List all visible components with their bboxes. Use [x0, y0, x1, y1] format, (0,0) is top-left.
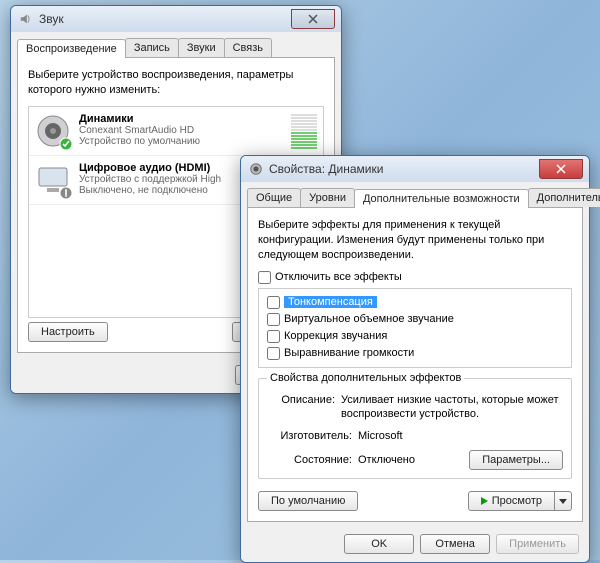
effect-label: Коррекция звучания: [284, 330, 387, 342]
disable-all-input[interactable]: [258, 271, 271, 284]
tab-playback[interactable]: Воспроизведение: [17, 39, 126, 58]
speaker-icon: [35, 113, 71, 149]
effect-item[interactable]: Выравнивание громкости: [265, 346, 565, 361]
effect-label: Тонкомпенсация: [284, 296, 377, 308]
window-title: Звук: [39, 12, 291, 26]
group-title: Свойства дополнительных эффектов: [267, 372, 464, 384]
tabs: Общие Уровни Дополнительные возможности …: [247, 188, 583, 208]
effect-item[interactable]: Коррекция звучания: [265, 329, 565, 344]
window-body: Общие Уровни Дополнительные возможности …: [241, 182, 589, 562]
disabled-badge-icon: [59, 186, 73, 200]
tab-enhancements[interactable]: Дополнительные возможности: [354, 189, 529, 208]
instruction-text: Выберите устройство воспроизведения, пар…: [28, 68, 324, 98]
tab-recording[interactable]: Запись: [125, 38, 179, 57]
device-driver: Conexant SmartAudio HD: [79, 125, 291, 136]
close-icon: [556, 164, 566, 174]
level-meter: [291, 113, 317, 149]
tab-general[interactable]: Общие: [247, 188, 301, 207]
close-button[interactable]: [291, 9, 335, 29]
state-value: Отключено: [358, 454, 415, 466]
play-icon: [481, 497, 488, 505]
effect-checkbox[interactable]: [267, 347, 280, 360]
window-title: Свойства: Динамики: [269, 162, 539, 176]
description-text: Усиливает низкие частоты, которые может …: [341, 393, 563, 423]
device-item[interactable]: Динамики Conexant SmartAudio HD Устройст…: [29, 107, 323, 156]
instruction-text: Выберите эффекты для применения к текуще…: [258, 218, 572, 263]
tab-levels[interactable]: Уровни: [300, 188, 355, 207]
close-button[interactable]: [539, 159, 583, 179]
preview-button[interactable]: Просмотр: [468, 491, 555, 511]
speaker-properties-window: Свойства: Динамики Общие Уровни Дополнит…: [240, 155, 590, 563]
preview-label: Просмотр: [492, 495, 542, 507]
effect-label: Виртуальное объемное звучание: [284, 313, 454, 325]
effect-properties-group: Свойства дополнительных эффектов Описани…: [258, 378, 572, 480]
cancel-button[interactable]: Отмена: [420, 534, 490, 554]
titlebar[interactable]: Свойства: Динамики: [241, 156, 589, 182]
manufacturer-label: Изготовитель:: [267, 430, 358, 442]
tab-panel: Выберите эффекты для применения к текуще…: [247, 208, 583, 522]
apply-button[interactable]: Применить: [496, 534, 579, 554]
configure-button[interactable]: Настроить: [28, 322, 108, 342]
description-label: Описание:: [267, 393, 341, 423]
titlebar[interactable]: Звук: [11, 6, 341, 32]
effect-checkbox[interactable]: [267, 313, 280, 326]
sound-icon: [19, 12, 33, 26]
ok-button[interactable]: OK: [344, 534, 414, 554]
device-status: Устройство по умолчанию: [79, 136, 291, 147]
default-badge-icon: [59, 137, 73, 151]
state-label: Состояние:: [267, 454, 358, 466]
monitor-icon: [35, 162, 71, 198]
disable-all-checkbox[interactable]: Отключить все эффекты: [258, 271, 572, 284]
manufacturer-value: Microsoft: [358, 430, 563, 442]
chevron-down-icon: [559, 499, 567, 504]
preview-split-button: Просмотр: [468, 491, 572, 511]
speaker-icon: [249, 162, 263, 176]
tab-communications[interactable]: Связь: [224, 38, 272, 57]
disable-all-label: Отключить все эффекты: [275, 271, 402, 283]
restore-defaults-button[interactable]: По умолчанию: [258, 491, 358, 511]
parameters-button[interactable]: Параметры...: [469, 450, 563, 470]
dialog-buttons: OK Отмена Применить: [247, 528, 583, 556]
device-name: Динамики: [79, 113, 291, 125]
effect-checkbox[interactable]: [267, 330, 280, 343]
tab-advanced[interactable]: Дополнительно: [528, 188, 600, 207]
tabs: Воспроизведение Запись Звуки Связь: [17, 38, 335, 58]
preview-dropdown-button[interactable]: [555, 491, 572, 511]
effect-item[interactable]: Виртуальное объемное звучание: [265, 312, 565, 327]
tab-sounds[interactable]: Звуки: [178, 38, 225, 57]
effect-checkbox[interactable]: [267, 296, 280, 309]
effect-label: Выравнивание громкости: [284, 347, 414, 359]
close-icon: [308, 14, 318, 24]
effect-item[interactable]: Тонкомпенсация: [265, 295, 565, 310]
effects-list[interactable]: Тонкомпенсация Виртуальное объемное звуч…: [258, 288, 572, 368]
